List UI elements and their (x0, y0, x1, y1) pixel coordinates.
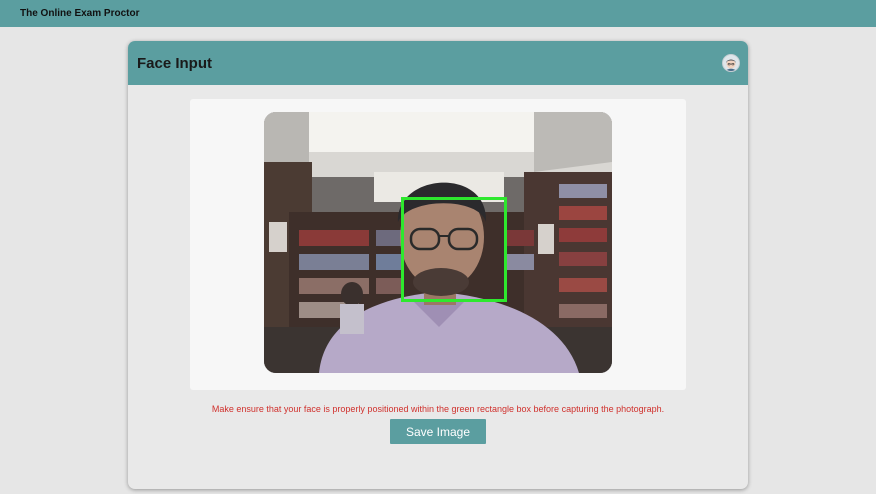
card-header: Face Input (128, 41, 748, 85)
app-title: The Online Exam Proctor (20, 8, 140, 19)
top-app-bar: The Online Exam Proctor (0, 0, 876, 27)
face-input-card: Face Input Make ensure that your face is… (128, 41, 748, 489)
save-image-button[interactable]: Save Image (390, 419, 486, 444)
card-title: Face Input (137, 54, 213, 72)
webcam-feed (264, 112, 612, 373)
avatar-face-icon (726, 59, 736, 71)
camera-panel (190, 99, 686, 390)
user-avatar-icon[interactable] (722, 54, 740, 72)
instruction-text: Make ensure that your face is properly p… (211, 404, 665, 414)
face-detection-box (401, 197, 507, 302)
